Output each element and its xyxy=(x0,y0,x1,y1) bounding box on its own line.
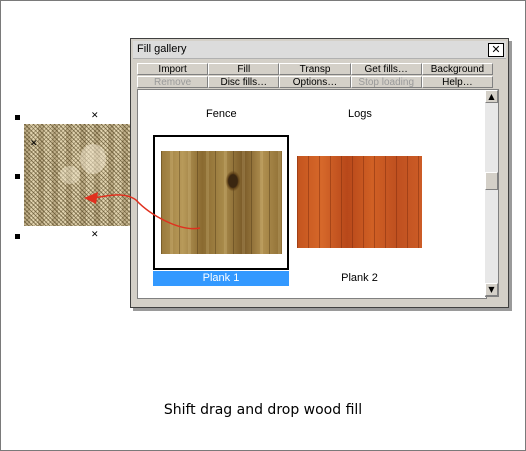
toolbar-row-1: Import Fill Transp Get fills… Background xyxy=(137,63,494,75)
selection-handle-top-left[interactable] xyxy=(15,115,20,120)
import-button[interactable]: Import xyxy=(137,63,209,75)
fill-gallery-window: Fill gallery ✕ Import Fill Transp Get fi… xyxy=(130,38,509,308)
help-button[interactable]: Help… xyxy=(421,76,494,88)
close-button[interactable]: ✕ xyxy=(488,43,504,57)
folder-label-fence[interactable]: Fence xyxy=(206,108,237,120)
wood-fill-thumbnail xyxy=(161,151,282,254)
gallery-item-label[interactable]: Plank 2 xyxy=(297,271,422,286)
gallery-item-label-selected[interactable]: Plank 1 xyxy=(153,271,289,286)
wood-knot xyxy=(80,144,106,174)
fill-button[interactable]: Fill xyxy=(208,63,280,75)
remove-button[interactable]: Remove xyxy=(137,76,209,88)
selection-handle-bottom-middle[interactable]: ✕ xyxy=(91,231,99,240)
disc-fills-button[interactable]: Disc fills… xyxy=(208,76,280,88)
caption-text: Shift drag and drop wood fill xyxy=(163,402,363,418)
folder-label-logs[interactable]: Logs xyxy=(348,108,372,120)
window-title: Fill gallery xyxy=(137,43,187,55)
selection-handle-middle-left[interactable] xyxy=(15,174,20,179)
scroll-up-arrow-icon[interactable]: ▲ xyxy=(485,90,498,103)
transp-button[interactable]: Transp xyxy=(279,63,351,75)
wood-knot xyxy=(60,166,80,184)
options-button[interactable]: Options… xyxy=(279,76,351,88)
scroll-down-arrow-icon[interactable]: ▼ xyxy=(485,283,498,296)
background-button[interactable]: Background xyxy=(421,63,494,75)
gallery-content-area: Fence Logs Plank 1 Plank 2 xyxy=(137,89,487,299)
gallery-item-plank-2[interactable] xyxy=(297,156,422,248)
title-bar[interactable]: Fill gallery ✕ xyxy=(133,41,506,59)
gallery-item-plank-1[interactable] xyxy=(153,135,289,270)
get-fills-button[interactable]: Get fills… xyxy=(350,63,422,75)
selection-handle-top-middle[interactable]: ✕ xyxy=(91,112,99,121)
scrollbar-thumb[interactable] xyxy=(485,172,498,190)
vertical-scrollbar[interactable]: ▲ ▼ xyxy=(485,89,499,297)
stop-loading-button[interactable]: Stop loading xyxy=(350,76,422,88)
selection-handle-bottom-left[interactable] xyxy=(15,234,20,239)
rotation-center-marker[interactable]: ✕ xyxy=(30,140,38,149)
toolbar-row-2: Remove Disc fills… Options… Stop loading… xyxy=(137,76,494,88)
